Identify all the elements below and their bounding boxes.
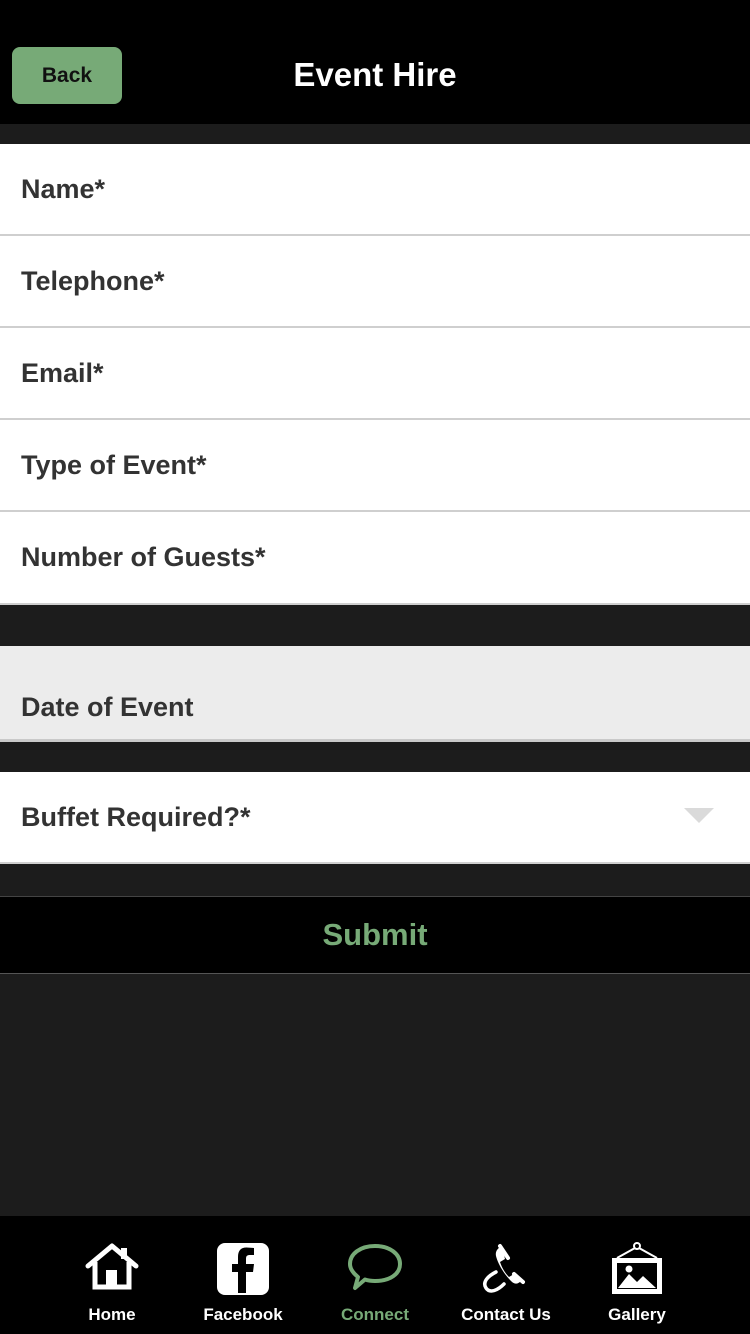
top-bar: Back Event Hire [0,0,750,124]
buffet-select[interactable]: Buffet Required?* [0,772,750,864]
chat-bubble-icon [345,1242,405,1298]
tab-connect-label: Connect [341,1305,409,1324]
tab-home-label: Home [88,1305,136,1324]
tab-home[interactable]: Home [47,1216,177,1334]
tab-facebook[interactable]: Facebook [178,1216,308,1334]
name-field[interactable]: Name* [0,144,750,236]
dropdown-arrow-icon [684,808,714,823]
event-date-picker[interactable]: Date of Event [0,646,750,742]
tab-gallery-label: Gallery [608,1305,666,1324]
home-icon [82,1242,142,1298]
tab-contact-us[interactable]: Contact Us [441,1216,571,1334]
submit-button[interactable]: Submit [0,896,750,974]
tab-facebook-label: Facebook [203,1305,283,1324]
email-field-label: Email* [21,357,104,388]
tab-gallery[interactable]: Gallery [572,1216,702,1334]
contact-form: Name* Telephone* Email* Type of Event* N… [0,144,750,605]
telephone-field-label: Telephone* [21,265,165,296]
tab-contact-us-label: Contact Us [461,1305,551,1324]
picture-frame-icon [607,1242,667,1298]
buffet-select-label: Buffet Required?* [21,801,251,832]
event-date-label: Date of Event [21,692,194,722]
event-type-field-label: Type of Event* [21,449,207,480]
guest-count-field[interactable]: Number of Guests* [0,512,750,605]
phone-icon [476,1242,536,1298]
facebook-icon [213,1242,273,1298]
event-type-field[interactable]: Type of Event* [0,420,750,512]
email-field[interactable]: Email* [0,328,750,420]
guest-count-field-label: Number of Guests* [21,542,266,572]
telephone-field[interactable]: Telephone* [0,236,750,328]
name-field-label: Name* [21,173,106,204]
bottom-tab-bar: Home Facebook Connect Contact Us Gallery [0,1216,750,1334]
tab-connect[interactable]: Connect [310,1216,440,1334]
page-title: Event Hire [293,56,457,93]
